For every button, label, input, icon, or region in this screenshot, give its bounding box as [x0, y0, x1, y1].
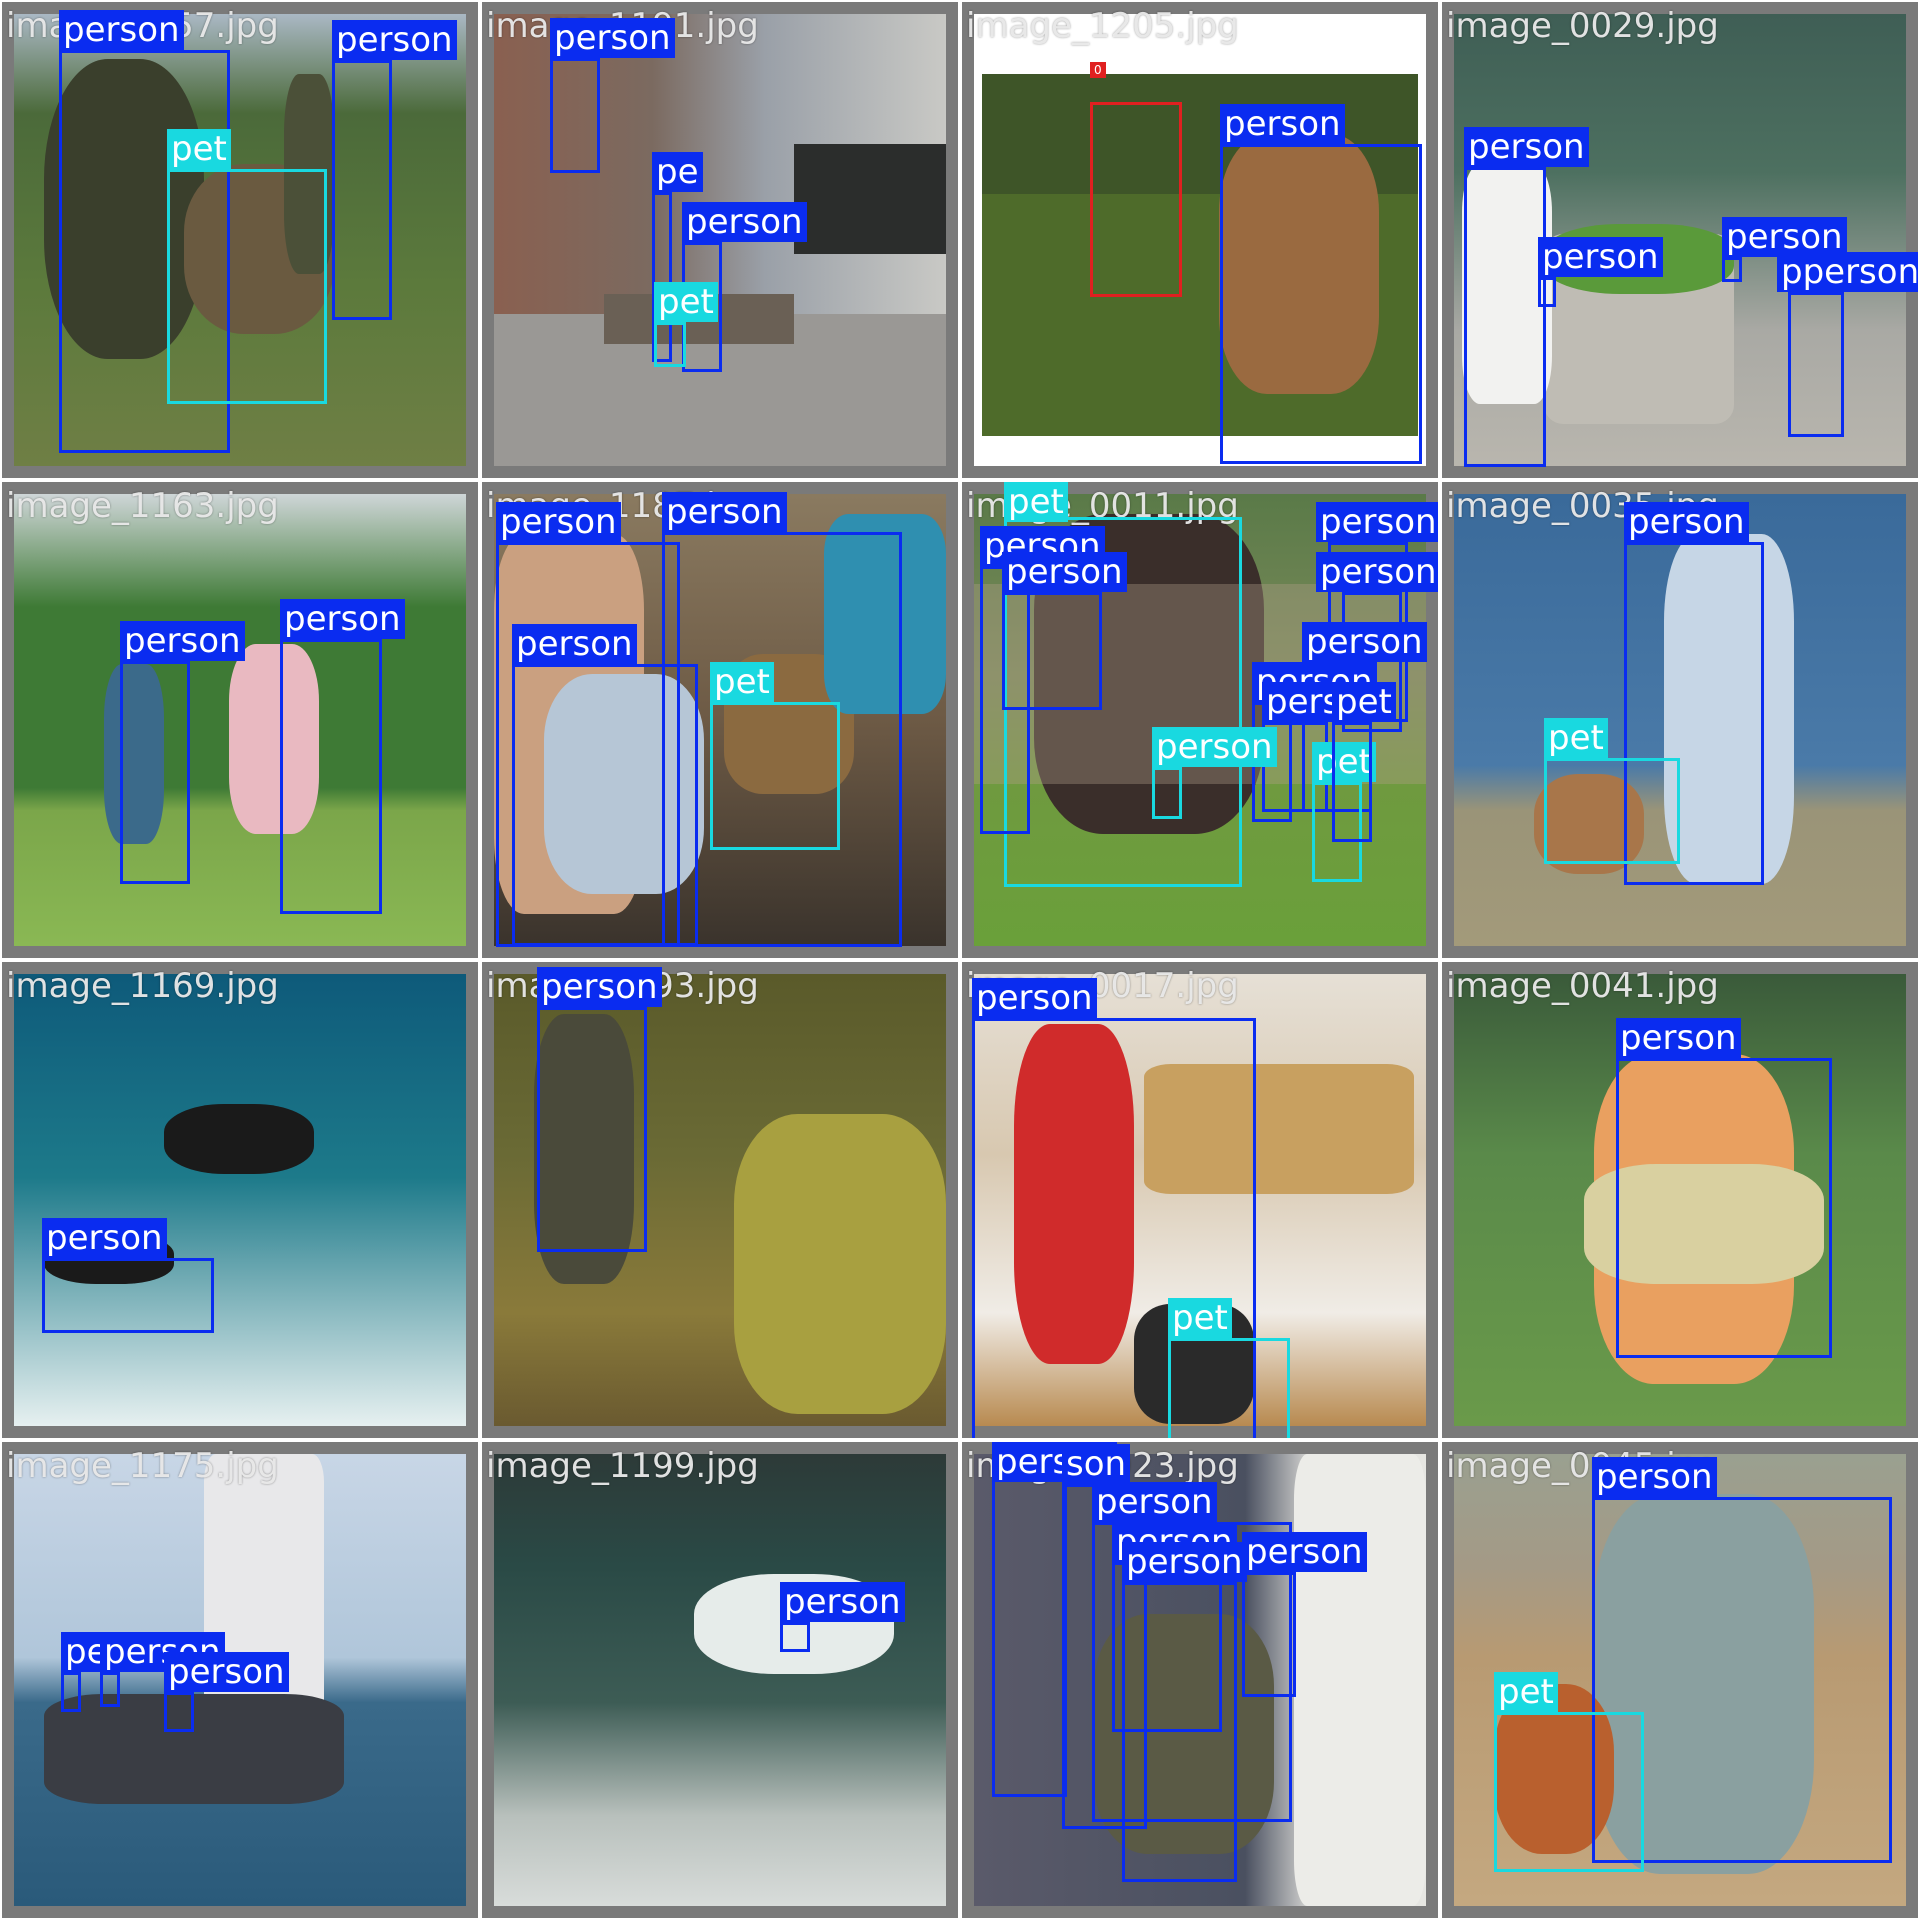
person-class-label: person	[537, 967, 662, 1007]
person-bounding-box	[332, 60, 392, 320]
person-class-label: person	[332, 20, 457, 60]
scene-shape	[734, 1114, 946, 1414]
person-class-label: person	[1122, 1542, 1247, 1582]
detection-tile: image_1205.jpg person 0	[960, 0, 1440, 480]
person-class-label: person	[1616, 1018, 1741, 1058]
scene-shape	[164, 1104, 314, 1174]
other-class-label: 0	[1090, 62, 1106, 78]
detection-tile: image_0035.jpg person pet	[1440, 480, 1920, 960]
person-bounding-box	[1242, 1572, 1296, 1697]
person-class-label: person	[496, 502, 621, 542]
person-class-label: person	[1316, 552, 1438, 592]
detection-tile: image_1193.jpgperson	[480, 960, 960, 1440]
pet-bounding-box	[654, 322, 686, 367]
tile-photo	[494, 1454, 946, 1906]
pet-bounding-box	[1494, 1712, 1644, 1872]
person-class-label: person	[1538, 237, 1663, 277]
detection-tile: image_1163.jpg person person	[0, 480, 480, 960]
person-class-label: pe	[652, 152, 703, 192]
pet-class-label: pet	[710, 662, 774, 702]
person-class-label: person	[512, 624, 637, 664]
person-class-label: person	[1302, 622, 1427, 662]
pet-class-label: pet	[1004, 482, 1068, 522]
pet-class-label: pet	[1168, 1298, 1232, 1338]
pet-bounding-box	[1152, 767, 1182, 819]
detection-tile: image_0017.jpg person pet	[960, 960, 1440, 1440]
person-class-label: person	[1092, 1482, 1217, 1522]
person-bounding-box	[1122, 1582, 1237, 1882]
scene-shape	[794, 144, 946, 254]
pet-bounding-box	[1168, 1338, 1290, 1438]
person-class-label: person	[1464, 127, 1589, 167]
detection-tile: image_1187.jpg person person person pet	[480, 480, 960, 960]
pet-bounding-box	[1544, 758, 1680, 864]
detection-tile: image_0011.jpg pet person person person perso…	[960, 480, 1440, 960]
pet-class-label: person	[1152, 727, 1277, 767]
person-bounding-box	[164, 1692, 194, 1732]
tile-photo	[14, 974, 466, 1426]
scene-shape	[1294, 1454, 1426, 1906]
person-bounding-box	[780, 1622, 810, 1652]
person-bounding-box	[42, 1258, 214, 1333]
person-bounding-box	[1788, 292, 1844, 437]
person-bounding-box	[280, 639, 382, 914]
person-class-label: person	[550, 18, 675, 58]
pet-class-label: pet	[167, 129, 231, 169]
pet-bounding-box	[167, 169, 327, 404]
tile-photo	[14, 494, 466, 946]
person-bounding-box	[1002, 592, 1102, 710]
person-class-label: person	[682, 202, 807, 242]
person-class-label: person	[662, 492, 787, 532]
person-class-label: person	[1242, 1532, 1367, 1572]
pet-class-label: pet	[1544, 718, 1608, 758]
person-bounding-box	[120, 661, 190, 884]
detection-tile: image_1175.jpg pe person person	[0, 1440, 480, 1920]
person-bounding-box	[537, 1007, 647, 1252]
person-bounding-box	[1332, 722, 1372, 842]
person-bounding-box	[1538, 277, 1556, 307]
person-class-label: person	[972, 978, 1097, 1018]
person-class-label: person	[1592, 1457, 1717, 1497]
person-bounding-box	[61, 1672, 81, 1712]
person-class-label: person	[59, 10, 184, 50]
pet-class-label: pet	[654, 282, 718, 322]
person-class-label: pperson	[1777, 252, 1918, 292]
detection-tile: image_1169.jpg person	[0, 960, 480, 1440]
person-class-label: person	[1722, 217, 1847, 257]
person-bounding-box	[512, 664, 698, 946]
person-bounding-box	[1220, 144, 1422, 464]
person-bounding-box	[1722, 257, 1742, 282]
person-class-label: person	[1220, 104, 1345, 144]
detection-tile: image_1199.jpg person	[480, 1440, 960, 1920]
other-bounding-box	[1090, 102, 1182, 297]
pet-bounding-box	[710, 702, 840, 850]
detection-tile: image_0041.jpg person	[1440, 960, 1920, 1440]
detection-tile: image_0045.jpg person pet	[1440, 1440, 1920, 1920]
person-class-label: person	[120, 621, 245, 661]
pet-class-label: pet	[1494, 1672, 1558, 1712]
person-bounding-box	[1616, 1058, 1832, 1358]
person-bounding-box	[992, 1472, 1067, 1797]
scene-shape	[204, 1454, 324, 1734]
detection-tile: image_1191.jpgpersonpepersonpet	[480, 0, 960, 480]
person-bounding-box	[550, 58, 600, 173]
person-class-label: person	[780, 1582, 905, 1622]
person-class-label: person	[164, 1652, 289, 1692]
detection-tile: image_0023.jpgpersonsonpersonpersonperso…	[960, 1440, 1440, 1920]
person-class-label: person	[1002, 552, 1127, 592]
person-class-label: person	[1624, 502, 1749, 542]
detection-mosaic: image_0057.jpgpersonpersonpetimage_1191.…	[0, 0, 1920, 1920]
detection-tile: image_0057.jpgpersonpersonpet	[0, 0, 480, 480]
scene-shape	[44, 1694, 344, 1804]
person-class-label: person	[42, 1218, 167, 1258]
person-bounding-box	[100, 1672, 120, 1707]
person-class-label: person	[280, 599, 405, 639]
person-class-label: pet	[1332, 682, 1396, 722]
detection-tile: image_0029.jpg person person person pperson	[1440, 0, 1920, 480]
person-class-label: son	[1062, 1444, 1131, 1484]
person-bounding-box	[1464, 167, 1546, 467]
person-class-label: person	[1316, 502, 1438, 542]
